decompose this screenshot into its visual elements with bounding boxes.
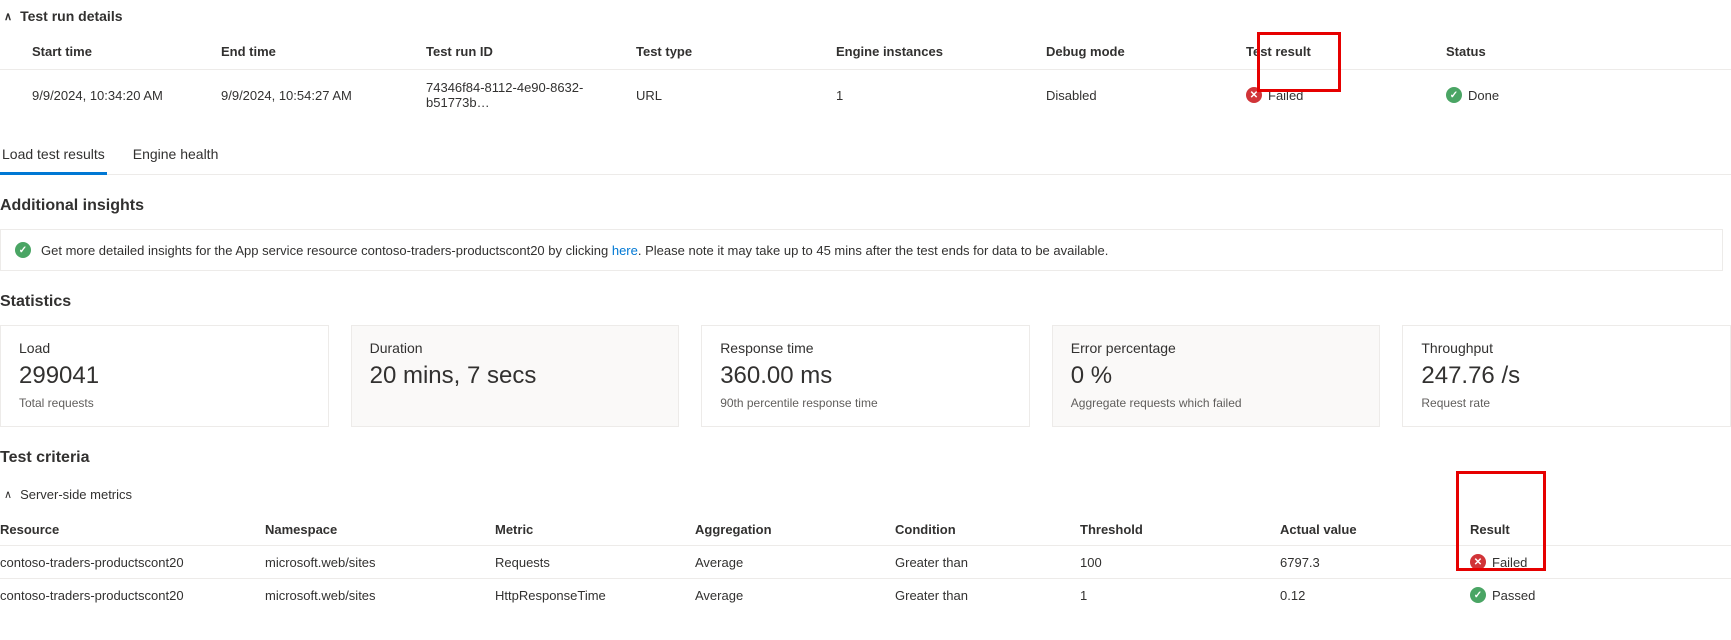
insight-text-2: . Please note it may take up to 45 mins … <box>638 243 1108 258</box>
crit-cell-condition: Greater than <box>895 546 1080 579</box>
test-run-details-table: Start time End time Test run ID Test typ… <box>0 34 1731 120</box>
stat-duration-label: Duration <box>370 340 661 356</box>
hdr-start-time: Start time <box>0 34 205 70</box>
done-icon: ✓ <box>1446 87 1462 103</box>
tab-engine-health[interactable]: Engine health <box>131 146 221 174</box>
crit-hdr-resource: Resource <box>0 514 265 546</box>
hdr-debug-mode: Debug mode <box>1030 34 1230 70</box>
crit-hdr-metric: Metric <box>495 514 695 546</box>
insight-text: Get more detailed insights for the App s… <box>41 243 1108 258</box>
sub-section-server-side-metrics: Server-side metrics <box>20 487 132 502</box>
stat-throughput-sub: Request rate <box>1421 396 1712 410</box>
crit-cell-condition: Greater than <box>895 579 1080 612</box>
info-success-icon: ✓ <box>15 242 31 258</box>
insight-link[interactable]: here <box>612 243 638 258</box>
stat-card-error: Error percentage 0 % Aggregate requests … <box>1052 325 1381 427</box>
stat-response-value: 360.00 ms <box>720 362 1011 390</box>
crit-cell-result: ✕ Failed <box>1470 546 1731 579</box>
fail-icon: ✕ <box>1470 554 1486 570</box>
crit-cell-actual: 6797.3 <box>1280 546 1470 579</box>
crit-cell-actual: 0.12 <box>1280 579 1470 612</box>
stat-response-sub: 90th percentile response time <box>720 396 1011 410</box>
chevron-up-icon[interactable]: ∧ <box>4 488 12 501</box>
chevron-up-icon[interactable]: ∧ <box>4 10 12 23</box>
stat-throughput-value: 247.76 /s <box>1421 362 1712 390</box>
stat-card-load: Load 299041 Total requests <box>0 325 329 427</box>
cell-test-result: ✕ Failed <box>1230 70 1430 121</box>
stat-error-sub: Aggregate requests which failed <box>1071 396 1362 410</box>
hdr-engine-instances: Engine instances <box>820 34 1030 70</box>
hdr-status: Status <box>1430 34 1731 70</box>
criteria-table: Resource Namespace Metric Aggregation Co… <box>0 514 1731 611</box>
results-tabs: Load test results Engine health <box>0 132 1731 175</box>
section-title-test-criteria: Test criteria <box>0 449 1731 467</box>
crit-cell-metric: Requests <box>495 546 695 579</box>
stat-throughput-label: Throughput <box>1421 340 1712 356</box>
stat-card-throughput: Throughput 247.76 /s Request rate <box>1402 325 1731 427</box>
crit-hdr-condition: Condition <box>895 514 1080 546</box>
stat-error-value: 0 % <box>1071 362 1362 390</box>
crit-cell-resource: contoso-traders-productscont20 <box>0 579 265 612</box>
crit-cell-result: ✓ Passed <box>1470 579 1731 612</box>
hdr-test-type: Test type <box>620 34 820 70</box>
cell-status: ✓ Done <box>1430 70 1731 121</box>
cell-end-time: 9/9/2024, 10:54:27 AM <box>205 70 410 121</box>
crit-cell-metric: HttpResponseTime <box>495 579 695 612</box>
details-data-row: 9/9/2024, 10:34:20 AM 9/9/2024, 10:54:27… <box>0 70 1731 121</box>
cell-test-type: URL <box>620 70 820 121</box>
crit-hdr-aggregation: Aggregation <box>695 514 895 546</box>
section-title-additional-insights: Additional insights <box>0 197 1731 215</box>
crit-cell-threshold: 1 <box>1080 579 1280 612</box>
crit-cell-namespace: microsoft.web/sites <box>265 546 495 579</box>
crit-hdr-namespace: Namespace <box>265 514 495 546</box>
crit-hdr-result: Result <box>1470 514 1731 546</box>
stat-load-sub: Total requests <box>19 396 310 410</box>
stat-duration-value: 20 mins, 7 secs <box>370 362 661 390</box>
crit-hdr-threshold: Threshold <box>1080 514 1280 546</box>
fail-icon: ✕ <box>1246 87 1262 103</box>
stats-row: Load 299041 Total requests Duration 20 m… <box>0 325 1731 427</box>
stat-response-label: Response time <box>720 340 1011 356</box>
insight-text-1: Get more detailed insights for the App s… <box>41 243 612 258</box>
criteria-header-row: Resource Namespace Metric Aggregation Co… <box>0 514 1731 546</box>
stat-card-response: Response time 360.00 ms 90th percentile … <box>701 325 1030 427</box>
stat-error-label: Error percentage <box>1071 340 1362 356</box>
crit-hdr-actual: Actual value <box>1280 514 1470 546</box>
cell-run-id: 74346f84-8112-4e90-8632-b51773b… <box>410 70 620 121</box>
pass-icon: ✓ <box>1470 587 1486 603</box>
details-header-row: Start time End time Test run ID Test typ… <box>0 34 1731 70</box>
stat-load-value: 299041 <box>19 362 310 390</box>
insight-banner: ✓ Get more detailed insights for the App… <box>0 229 1723 271</box>
cell-test-result-text: Failed <box>1268 88 1303 103</box>
crit-result-text: Failed <box>1492 555 1527 570</box>
section-title-statistics: Statistics <box>0 293 1731 311</box>
stat-load-label: Load <box>19 340 310 356</box>
criteria-row: contoso-traders-productscont20 microsoft… <box>0 546 1731 579</box>
section-title-test-run-details: Test run details <box>20 8 122 24</box>
criteria-row: contoso-traders-productscont20 microsoft… <box>0 579 1731 612</box>
hdr-run-id: Test run ID <box>410 34 620 70</box>
crit-cell-aggregation: Average <box>695 579 895 612</box>
tab-load-test-results[interactable]: Load test results <box>0 146 107 175</box>
hdr-test-result: Test result <box>1230 34 1430 70</box>
crit-cell-resource: contoso-traders-productscont20 <box>0 546 265 579</box>
cell-debug-mode: Disabled <box>1030 70 1230 121</box>
crit-result-text: Passed <box>1492 588 1535 603</box>
crit-cell-threshold: 100 <box>1080 546 1280 579</box>
crit-cell-namespace: microsoft.web/sites <box>265 579 495 612</box>
cell-status-text: Done <box>1468 88 1499 103</box>
crit-cell-aggregation: Average <box>695 546 895 579</box>
cell-start-time: 9/9/2024, 10:34:20 AM <box>0 70 205 121</box>
stat-card-duration: Duration 20 mins, 7 secs <box>351 325 680 427</box>
cell-engine-instances: 1 <box>820 70 1030 121</box>
hdr-end-time: End time <box>205 34 410 70</box>
